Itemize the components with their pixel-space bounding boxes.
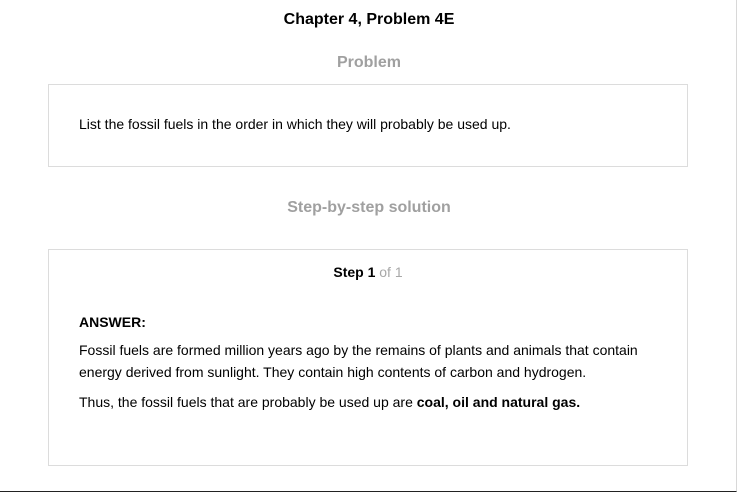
problem-heading: Problem <box>336 54 401 71</box>
solution-heading: Step-by-step solution <box>287 199 451 216</box>
step-total: of 1 <box>375 264 403 280</box>
answer-label: ANSWER: <box>79 314 146 330</box>
step-number: Step 1 <box>333 264 376 280</box>
problem-box: List the fossil fuels in the order in wh… <box>48 84 688 167</box>
solution-paragraph-1: Fossil fuels are formed million years ag… <box>79 342 638 380</box>
solution-paragraph-2: Thus, the fossil fuels that are probably… <box>79 391 669 413</box>
page-title: Chapter 4, Problem 4E <box>283 11 455 28</box>
step-indicator: Step 1 of 1 <box>49 264 687 280</box>
solution-answer-emphasis: coal, oil and natural gas. <box>416 394 581 410</box>
solution-box: Step 1 of 1 ANSWER: Fossil fuels are for… <box>48 249 688 466</box>
problem-text: List the fossil fuels in the order in wh… <box>79 116 511 132</box>
solution-paragraph-2-text: Thus, the fossil fuels that are probably… <box>79 394 417 410</box>
